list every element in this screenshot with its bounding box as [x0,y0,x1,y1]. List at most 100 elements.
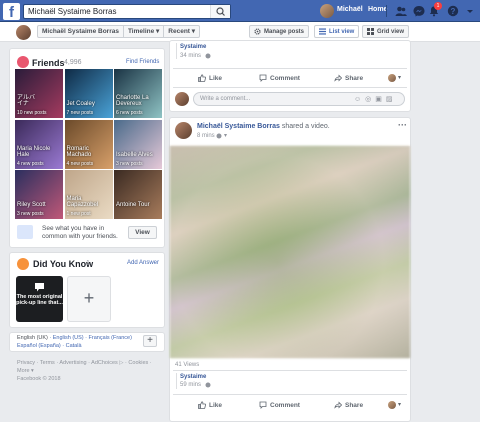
like-button[interactable]: Like [198,401,222,409]
friend-new-posts: 6 new posts [116,110,143,116]
search-button[interactable] [210,5,230,18]
messenger-icon[interactable] [413,5,425,17]
profile-avatar-small[interactable] [16,25,31,40]
friend-requests-icon[interactable] [395,5,407,17]
breadcrumb-timeline-label: Timeline [127,28,155,35]
language-catalan[interactable]: Català [66,343,82,349]
grid-view-label: Grid view [377,28,405,35]
add-answer-plus-button[interactable]: + [67,276,111,322]
divider [173,394,407,395]
friend-new-posts: 3 new posts [116,160,143,167]
gear-icon [254,28,261,35]
add-language-button[interactable]: + [143,335,157,347]
post-as-avatar[interactable] [388,74,396,82]
friend-name[interactable]: Isabelle Alves [116,152,153,158]
more-options-icon[interactable]: ··· [398,120,407,130]
comment-label: Comment [270,74,300,82]
language-english-us[interactable]: English (US) [53,335,84,341]
common-friends-text: See what you have in common with your fr… [42,225,118,240]
friend-name[interactable]: Romaric Machado [67,146,92,158]
share-button[interactable]: Share [334,401,363,409]
language-links-row2: Español (España) · Català [17,343,82,349]
language-english-uk[interactable]: English (UK) [17,335,48,341]
friends-grid: アルバ イナ 10 new posts Jet Coaley 7 new posts C… [15,69,162,219]
privacy-dropdown-icon[interactable]: ▾ [224,132,227,139]
friend-tile[interactable]: Charlotte La Devereux 6 new posts [114,69,162,118]
friend-new-posts: 1 new post [66,211,91,217]
divider [173,87,407,88]
home-link[interactable]: Home [368,6,387,13]
post-as-avatar[interactable] [388,401,396,409]
friend-name[interactable]: Jet Coaley [67,101,95,107]
breadcrumb-timeline[interactable]: Timeline ▾ [124,26,165,37]
search-icon [216,7,225,16]
did-you-know-answer-card[interactable]: The most original pick-up line that... [16,276,63,322]
post-timestamp[interactable]: 34 mins [180,53,201,59]
friend-name[interactable]: Charlotte La Devereux [116,95,149,107]
friends-title[interactable]: Friends [32,58,65,68]
breadcrumb: Michaël Systaime Borras Timeline ▾ Recen… [37,25,201,38]
friend-name[interactable]: Riley Scott [17,202,46,208]
friend-new-posts: 3 new posts [17,211,44,217]
comment-attachment-icons[interactable]: ☺◎▣▨ [354,95,396,103]
comment-button[interactable]: Comment [259,401,300,409]
grid-view-button[interactable]: Grid view [362,25,410,38]
friend-name[interactable]: Maria Capazzobel [67,196,99,208]
profile-link[interactable]: Michaël [337,6,363,13]
find-friends-link[interactable]: Find Friends [126,59,159,65]
chevron-down-icon[interactable]: ▾ [398,74,401,81]
footer-more-link[interactable]: More ▾ [17,368,34,374]
post-timestamp[interactable]: 8 mins [197,133,215,139]
manage-posts-button[interactable]: Manage posts [249,25,310,38]
friend-tile[interactable]: Maria Nicole Hale 4 new posts [15,119,63,169]
user-avatar[interactable] [320,4,334,18]
post-author[interactable]: Michaël Systaime Borras [197,123,280,130]
friend-tile[interactable]: Maria Capazzobel 1 new post [64,170,113,219]
post-header: Michaël Systaime Borras shared a video. [197,123,330,130]
shared-post-border [176,43,177,59]
friend-new-posts: 4 new posts [17,160,44,167]
chevron-down-icon[interactable]: ▾ [398,401,401,408]
footer-links[interactable]: Privacy · Terms · Advertising · AdChoice… [17,360,152,366]
friend-name[interactable]: アルバ イナ [17,95,35,107]
globe-icon [216,133,222,139]
post-action-text: shared a video. [279,123,330,130]
friend-tile[interactable]: Riley Scott 3 new posts [15,170,63,219]
share-label: Share [345,74,364,82]
view-button[interactable]: View [128,226,157,239]
divider [173,68,407,69]
friend-tile[interactable]: Antoine Tour [114,170,162,219]
friend-tile[interactable]: アルバ イナ 10 new posts [15,69,63,118]
account-menu-icon[interactable] [466,5,474,17]
breadcrumb-recent[interactable]: Recent ▾ [164,26,199,37]
post-author[interactable]: Systaime [180,44,206,50]
language-french[interactable]: Français (France) [89,335,132,341]
shared-post-border [176,373,177,389]
friend-name[interactable]: Antoine Tour [116,202,150,208]
comment-button[interactable]: Comment [259,74,300,82]
list-view-button[interactable]: List view [314,25,360,38]
friend-tile[interactable]: Isabelle Alves 3 new posts [114,119,162,169]
search-input[interactable]: Michaël Systaime Borras [23,4,231,19]
language-spanish[interactable]: Español (España) [17,343,61,349]
friend-tile[interactable]: Jet Coaley 7 new posts [64,69,113,118]
commenter-avatar [175,92,189,106]
share-button[interactable]: Share [334,74,363,82]
facebook-logo-icon[interactable]: f [3,3,20,20]
friend-name[interactable]: Maria Nicole Hale [17,146,50,158]
manage-posts-label: Manage posts [264,28,305,35]
friend-tile[interactable]: Romaric Machado 4 new posts [64,119,113,169]
shared-post-author[interactable]: Systaime [180,374,206,380]
add-answer-link[interactable]: Add Answer [127,260,159,266]
breadcrumb-recent-label: Recent [168,28,190,35]
breadcrumb-profile[interactable]: Michaël Systaime Borras [38,26,124,37]
comment-input[interactable]: Write a comment... ☺◎▣▨ [193,92,405,106]
like-button[interactable]: Like [198,74,222,82]
friends-icon [17,56,29,68]
friend-new-posts: 7 new posts [66,110,94,116]
comment-icon [259,401,267,409]
did-you-know-answer-text: The most original pick-up line that... [16,294,63,306]
quick-help-icon[interactable]: ? [447,5,459,17]
shared-post-timestamp[interactable]: 59 mins [180,382,201,388]
author-avatar[interactable] [175,122,192,139]
